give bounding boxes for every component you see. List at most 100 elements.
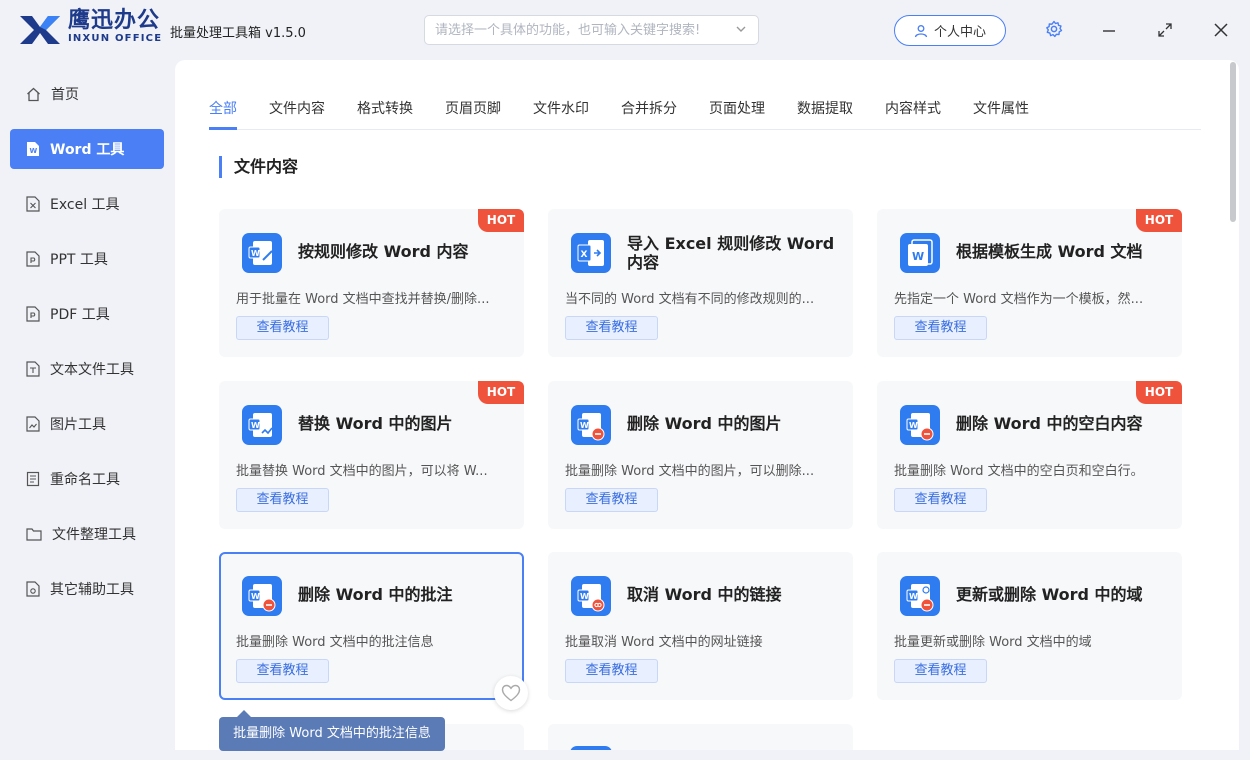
text-file-icon [26,361,40,377]
tab-merge-split[interactable]: 合并拆分 [621,98,677,118]
card-title: 导入 Excel 规则修改 Word 内容 [627,234,835,272]
hot-badge: HOT [478,381,524,404]
sidebar-item-word-tools[interactable]: W Word 工具 [10,129,164,169]
sidebar-item-home[interactable]: 首页 [10,74,164,114]
tab-header-footer[interactable]: 页眉页脚 [445,98,501,118]
word-edit-icon: W [242,233,282,273]
sidebar-item-label: Word 工具 [50,142,125,158]
user-center-button[interactable]: 个人中心 [894,15,1006,46]
image-file-icon [26,416,40,432]
view-tutorial-button[interactable]: 查看教程 [236,659,329,683]
tab-divider [209,129,1201,130]
view-tutorial-button[interactable]: 查看教程 [894,316,987,340]
view-tutorial-button[interactable]: 查看教程 [894,659,987,683]
tool-card[interactable]: W 更新或删除 Word 中的域 批量更新或删除 Word 文档中的域 查看教程 [877,552,1182,700]
tab-format-convert[interactable]: 格式转换 [357,98,413,118]
title-bar: 鹰迅办公 INXUN OFFICE 批量处理工具箱 v1.5.0 个人中心 [0,0,1250,60]
tooltip: 批量删除 Word 文档中的批注信息 [219,710,445,751]
tab-data-extract[interactable]: 数据提取 [797,98,853,118]
sidebar-item-label: 重命名工具 [50,472,120,488]
maximize-icon[interactable] [1158,23,1172,37]
card-title: 删除 Word 中的图片 [627,414,782,433]
active-tab-indicator [209,127,237,130]
sidebar-item-ppt-tools[interactable]: PPT 工具 [10,239,164,279]
sidebar-item-label: PDF 工具 [50,307,110,323]
svg-text:W: W [909,592,918,601]
sidebar-item-text-tools[interactable]: 文本文件工具 [10,349,164,389]
search-input[interactable] [425,16,715,44]
tool-card-selected[interactable]: W 删除 Word 中的批注 批量删除 Word 文档中的批注信息 查看教程 [219,552,524,700]
sidebar-item-rename-tools[interactable]: 重命名工具 [10,459,164,499]
sidebar-item-excel-tools[interactable]: Excel 工具 [10,184,164,224]
card-description: 用于批量在 Word 文档中查找并替换/删除... [236,292,490,307]
card-title: 根据模板生成 Word 文档 [956,242,1143,261]
view-tutorial-button[interactable]: 查看教程 [565,316,658,340]
tool-card[interactable]: W 删除 Word 中的图片 批量删除 Word 文档中的图片，可以删除... … [548,381,853,529]
view-tutorial-button[interactable]: 查看教程 [565,659,658,683]
brand: 鹰迅办公 INXUN OFFICE [68,9,162,45]
tool-card[interactable]: W 按规则修改 Word 内容 用于批量在 Word 文档中查找并替换/删除..… [219,209,524,357]
tool-card[interactable]: W 取消 Word 中的链接 批量取消 Word 文档中的网址链接 查看教程 [548,552,853,700]
svg-text:W: W [251,249,260,258]
category-tabs: 全部 文件内容 格式转换 页眉页脚 文件水印 合并拆分 页面处理 数据提取 内容… [209,98,1061,118]
svg-text:W: W [580,592,589,601]
card-description: 当不同的 Word 文档有不同的修改规则的... [565,292,815,307]
tooltip-text: 批量删除 Word 文档中的批注信息 [233,726,431,741]
sidebar-item-label: 图片工具 [50,417,106,433]
settings-gear-icon[interactable] [1045,20,1063,38]
favorite-heart-icon[interactable] [494,676,528,710]
rename-icon [26,471,40,487]
tab-file-properties[interactable]: 文件属性 [973,98,1029,118]
sidebar-item-file-organize[interactable]: 文件整理工具 [10,514,164,554]
tab-content-style[interactable]: 内容样式 [885,98,941,118]
sidebar-item-label: PPT 工具 [50,252,108,268]
word-file-icon: W [27,142,39,156]
sidebar-item-label: Excel 工具 [50,197,120,213]
card-description: 批量取消 Word 文档中的网址链接 [565,635,763,650]
brand-name-en: INXUN OFFICE [68,33,163,44]
view-tutorial-button[interactable]: 查看教程 [565,488,658,512]
app-title: 批量处理工具箱 v1.5.0 [170,26,306,41]
tool-card[interactable]: X 导入 Excel 规则修改 Word 内容 当不同的 Word 文档有不同的… [548,209,853,357]
tool-card[interactable]: W 替换 Word 中的图片 批量替换 Word 文档中的图片，可以将 W...… [219,381,524,529]
tab-page-process[interactable]: 页面处理 [709,98,765,118]
tab-watermark[interactable]: 文件水印 [533,98,589,118]
user-center-label: 个人中心 [933,25,986,40]
tool-icon-partial [570,746,612,750]
view-tutorial-button[interactable]: 查看教程 [236,316,329,340]
user-icon [914,24,928,37]
sidebar-item-other-tools[interactable]: 其它辅助工具 [10,569,164,609]
card-title: 删除 Word 中的空白内容 [956,414,1143,433]
word-unlink-icon: W [571,576,611,616]
tooltip-arrow [237,710,251,717]
view-tutorial-button[interactable]: 查看教程 [236,488,329,512]
word-delete-comment-icon: W [242,576,282,616]
sidebar-item-label: 其它辅助工具 [50,582,134,598]
svg-text:W: W [580,421,589,430]
home-icon [27,87,40,101]
card-description: 批量删除 Word 文档中的图片，可以删除... [565,464,815,479]
chevron-down-icon[interactable] [734,22,748,36]
sidebar-item-label: 文本文件工具 [50,362,134,378]
tool-card[interactable]: W 根据模板生成 Word 文档 先指定一个 Word 文档作为一个模板，然..… [877,209,1182,357]
excel-file-icon [26,196,40,212]
tab-all[interactable]: 全部 [209,98,237,118]
sidebar: 首页 W Word 工具 Excel 工具 PPT 工具 PDF 工具 文本文件… [0,60,174,760]
tool-card[interactable] [548,724,853,750]
svg-text:X: X [581,250,588,260]
scrollbar[interactable] [1227,62,1239,750]
sidebar-item-image-tools[interactable]: 图片工具 [10,404,164,444]
sidebar-item-label: 首页 [51,87,79,103]
tool-card[interactable]: W 删除 Word 中的空白内容 批量删除 Word 文档中的空白页和空白行。 … [877,381,1182,529]
close-icon[interactable] [1214,23,1228,37]
minimize-icon[interactable] [1102,24,1116,38]
ppt-file-icon [26,251,40,267]
hot-badge: HOT [478,209,524,232]
tools-icon [26,581,40,597]
view-tutorial-button[interactable]: 查看教程 [894,488,987,512]
tab-file-content[interactable]: 文件内容 [269,98,325,118]
sidebar-item-pdf-tools[interactable]: PDF 工具 [10,294,164,334]
svg-text:W: W [912,250,924,263]
scrollbar-thumb[interactable] [1230,62,1236,222]
search-box[interactable] [424,15,759,45]
